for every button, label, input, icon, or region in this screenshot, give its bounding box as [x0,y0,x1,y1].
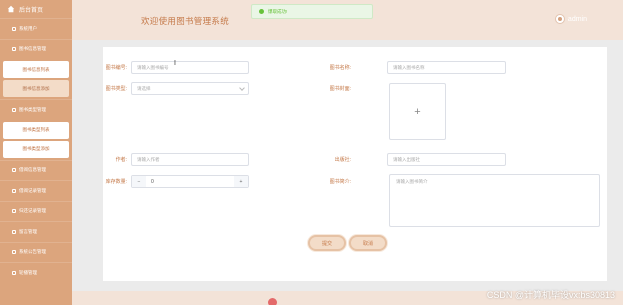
stock-value: 0 [151,178,154,185]
menu-icon [12,107,16,112]
author-input[interactable]: 请输入作者 [131,153,249,166]
text-cursor: I [174,60,176,67]
sidebar-group[interactable]: 借阅信息管理 [0,159,72,181]
sidebar-subitem[interactable]: 图书信息列表 [3,61,69,78]
sidebar-group[interactable]: 系统公告管理 [0,241,72,263]
sidebar-item-label: 留言管理 [19,228,37,234]
stock-stepper[interactable]: − 0 + [131,175,249,188]
sidebar-item-label: 图书类型管理 [19,106,46,112]
sidebar-item-label: 图书信息管理 [19,46,46,52]
sidebar-subitem[interactable]: 图书类型列表 [3,121,69,139]
avatar [554,14,565,24]
minus-button[interactable]: − [132,176,146,187]
menu-icon [12,209,16,214]
sidebar-group[interactable]: 系统用户 [0,18,72,39]
plus-button[interactable]: + [234,176,248,187]
intro-label: 图书简介: [329,179,351,185]
sidebar-group[interactable]: 借阅记录管理 [0,180,72,201]
scroll-top-icon[interactable] [268,298,277,305]
book-form: 图书编号: 请输入图书编号 图书名称: 请输入图书名称 图书类型: 请选择 图书… [103,47,607,281]
chevron-down-icon [239,85,245,91]
menu-icon [12,250,16,255]
user-menu[interactable]: admin [554,14,587,24]
sidebar-brand[interactable]: 后台首页 [0,0,72,18]
sidebar-item-label: 归还记录管理 [19,208,46,214]
menu-icon [12,229,16,234]
publisher-input[interactable]: 请输入出版社 [387,153,506,166]
watermark: CSDN @计算机毕设vx:bs30813 [486,290,615,300]
sidebar-item-label: 系统公告管理 [19,249,46,255]
stock-label: 库存数量: [105,179,127,185]
sidebar-item-label: 系统用户 [19,25,37,31]
book-name-label: 图书名称: [329,65,351,71]
book-type-value: 请选择 [137,85,151,91]
toast-message: 爆取成功! [268,8,288,14]
book-type-label: 图书类型: [105,86,127,92]
sidebar-group[interactable]: 图书类型管理 [0,99,72,120]
author-label: 作者: [115,157,127,163]
sidebar-group[interactable]: 留言管理 [0,221,72,242]
sidebar-item-label: 借阅信息管理 [19,167,46,173]
sidebar-group[interactable]: 图书信息管理 [0,38,72,60]
user-name: admin [567,15,587,23]
sidebar-brand-label: 后台首页 [19,7,44,14]
sidebar-item-label: 借阅记录管理 [19,187,46,193]
publisher-label: 出版社: [334,157,351,163]
cover-label: 图书封面: [329,86,351,92]
sidebar: 后台首页 系统用户图书信息管理图书信息列表 图书信息添加图书类型管理图书类型列表图… [0,0,72,305]
sidebar-item-label: 轮播管理 [19,269,37,275]
sidebar-group[interactable]: 轮播管理 [0,262,72,283]
sidebar-subitem[interactable]: 图书类型添加 [3,140,69,158]
intro-textarea[interactable]: 请输入图书简介 [389,174,600,227]
success-toast: 爆取成功! [251,4,373,19]
menu-icon [12,47,16,52]
plus-icon: + [414,105,421,118]
book-name-input[interactable]: 请输入图书名称 [387,61,506,74]
page-title: 欢迎使用图书管理系统 [141,16,230,26]
book-type-select[interactable]: 请选择 [131,82,249,95]
menu-icon [12,26,16,31]
menu-icon [12,270,16,275]
submit-button[interactable]: 提交 [308,235,346,251]
cancel-button[interactable]: 取消 [349,235,387,251]
home-icon [7,5,15,13]
menu-icon [12,168,16,173]
book-no-label: 图书编号: [105,65,127,71]
sidebar-subitem[interactable]: 图书信息添加 [3,80,69,97]
cover-upload[interactable]: + [389,83,446,140]
book-no-input[interactable]: 请输入图书编号 [131,61,249,74]
menu-icon [12,188,16,193]
sidebar-group[interactable]: 归还记录管理 [0,200,72,222]
success-icon [259,9,264,14]
